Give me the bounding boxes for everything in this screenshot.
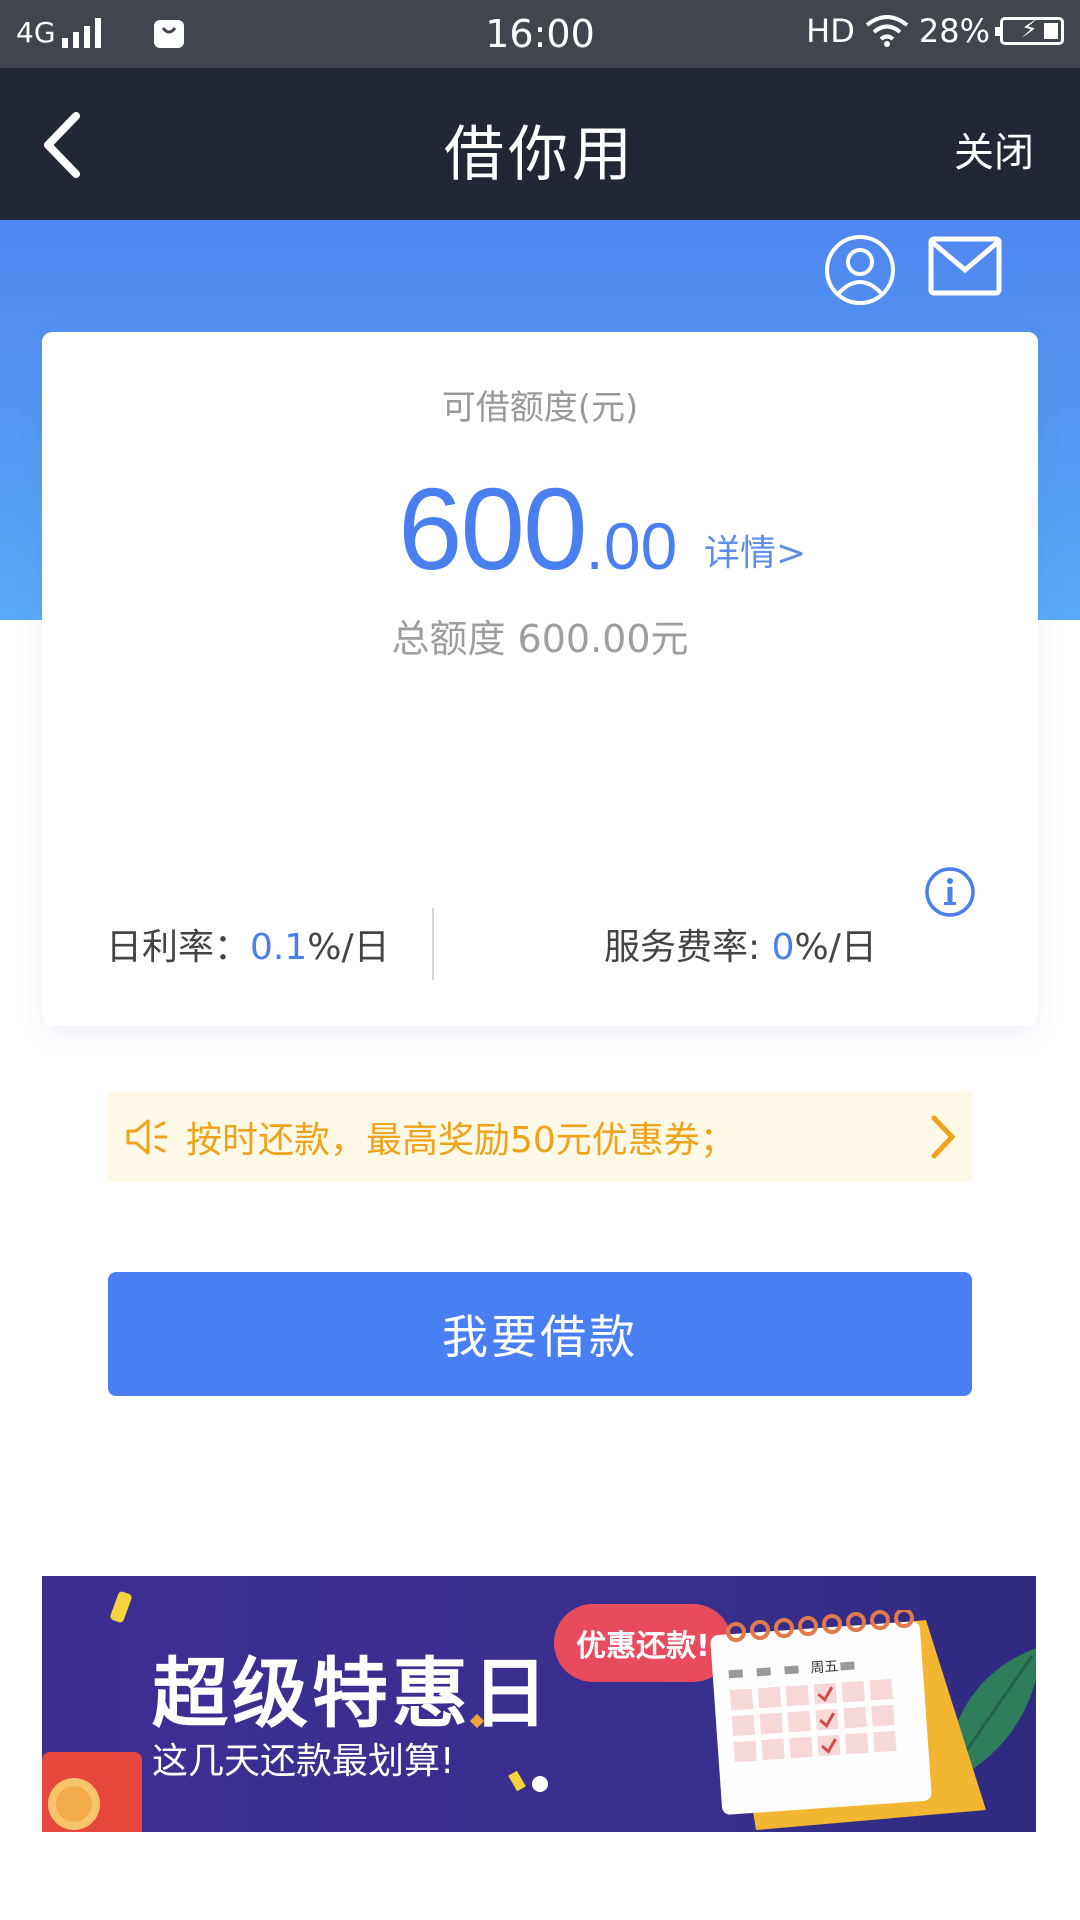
divider xyxy=(432,908,434,980)
speaker-icon xyxy=(126,1119,168,1155)
battery-icon: ⚡ xyxy=(995,15,1064,45)
promo-notice[interactable]: 按时还款，最高奖励50元优惠券； xyxy=(108,1092,972,1182)
info-icon[interactable] xyxy=(924,866,976,918)
hd-indicator: HD xyxy=(806,12,855,50)
banner-subtitle: 这几天还款最划算! xyxy=(152,1741,455,1782)
battery-percent: 28% xyxy=(918,12,990,50)
nav-bar: 借你用 关闭 xyxy=(0,68,1080,220)
wifi-icon xyxy=(865,15,909,47)
carousel-indicator-dot[interactable] xyxy=(532,1776,548,1792)
daily-rate-value: 0.1 xyxy=(250,927,308,968)
confetti-decoration xyxy=(109,1590,133,1624)
available-credit-label: 可借额度(元) xyxy=(441,388,639,428)
available-credit-amount: 600.00 xyxy=(398,462,677,596)
page-title: 借你用 xyxy=(444,120,636,190)
service-fee-rate: 服务费率: 0%/日 xyxy=(604,927,877,968)
fee-rate-value: 0 xyxy=(771,927,795,968)
chevron-right-icon xyxy=(931,1115,956,1159)
promo-notice-text: 按时还款，最高奖励50元优惠券； xyxy=(186,1120,736,1161)
calendar-icon: 周五 xyxy=(710,1610,986,1830)
status-bar: 4G 16:00 HD 28% ⚡ xyxy=(0,0,1080,68)
credit-card: 可借额度(元) 600.00 详情> 总额度 600.00元 日利率：0.1%/… xyxy=(42,332,1038,1026)
status-right: HD 28% ⚡ xyxy=(806,12,1064,50)
red-envelope-icon xyxy=(42,1752,142,1832)
details-link[interactable]: 详情> xyxy=(704,524,806,576)
daily-interest-rate: 日利率：0.1%/日 xyxy=(106,927,390,968)
promo-banner[interactable]: 超级特惠日 这几天还款最划算! 优惠还款! 周五 xyxy=(42,1576,1036,1832)
banner-headline: 超级特惠日 xyxy=(152,1649,552,1738)
borrow-button[interactable]: 我要借款 xyxy=(108,1272,972,1396)
close-button[interactable]: 关闭 xyxy=(954,120,1034,178)
user-profile-icon[interactable] xyxy=(824,234,896,306)
calendar-day-label: 周五 xyxy=(810,1659,839,1677)
total-credit: 总额度 600.00元 xyxy=(391,617,689,661)
confetti-decoration xyxy=(508,1770,526,1792)
amount-decimal: .00 xyxy=(585,509,678,583)
amount-integer: 600 xyxy=(398,464,588,594)
mail-icon[interactable] xyxy=(928,236,1002,296)
